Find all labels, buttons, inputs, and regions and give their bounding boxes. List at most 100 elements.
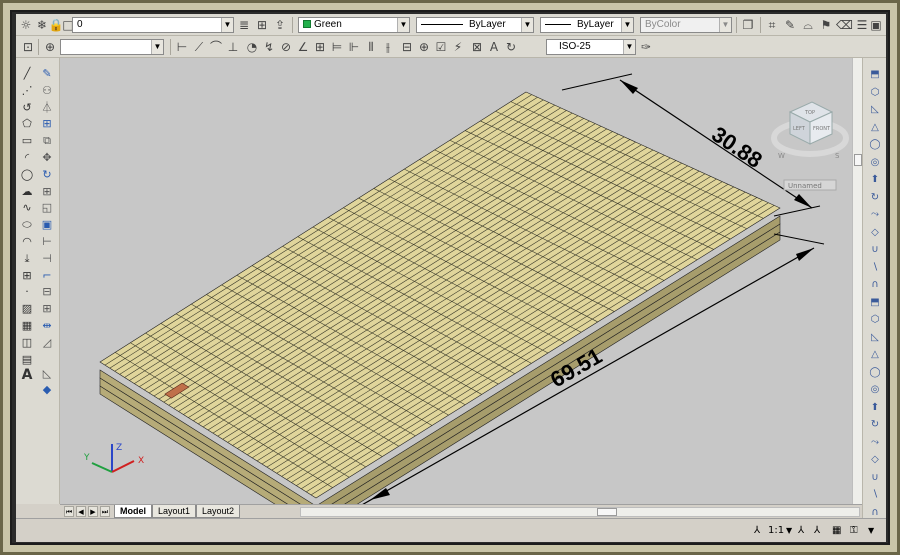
fillet-icon[interactable]: ⌓ — [800, 17, 816, 33]
dimension-text-edit-icon[interactable]: A — [486, 39, 502, 55]
annotation-scale-icon[interactable]: ⅄ — [754, 523, 760, 539]
revolve-icon[interactable]: ↻ — [867, 418, 883, 432]
torus-icon[interactable]: ◎ — [867, 383, 883, 397]
dimension-style-icon[interactable]: ✑ — [638, 39, 654, 55]
lineweight-dropdown[interactable]: ByLayer ▼ — [540, 17, 634, 33]
first-tab-button[interactable]: ⏮ — [64, 506, 74, 517]
sweep-icon[interactable]: ⤳ — [867, 208, 883, 222]
modify-tool-icon[interactable]: ⏃ — [39, 100, 55, 115]
flag-icon[interactable]: ⚑ — [818, 17, 834, 33]
point-icon[interactable]: · — [19, 284, 35, 299]
arc-icon[interactable]: ◜ — [19, 150, 35, 165]
chevron-down-icon[interactable]: ▼ — [786, 523, 792, 539]
model-space-canvas[interactable]: 30.88 69.51 TOP LEFT FRONT W S Unnamed Z… — [60, 58, 862, 504]
auto-scale-icon[interactable]: ⅄ — [814, 523, 820, 539]
polygon-icon[interactable]: ⬠ — [19, 116, 35, 131]
quick-dimension-icon[interactable]: ⊞ — [312, 39, 328, 55]
cone-icon[interactable]: △ — [867, 121, 883, 135]
ellipse-arc-icon[interactable]: ◠ — [19, 234, 35, 249]
ellipse-icon[interactable]: ⬭ — [19, 217, 35, 232]
modify-tool-icon[interactable]: ◆ — [39, 382, 55, 397]
modify-tool-icon[interactable]: ⊞ — [39, 184, 55, 199]
inspect-icon[interactable]: ☑ — [433, 39, 449, 55]
tab-layout1[interactable]: Layout1 — [152, 505, 197, 518]
intersect-icon[interactable]: ∩ — [867, 278, 883, 292]
modify-tool-icon[interactable]: ✎ — [39, 66, 55, 81]
color-dropdown[interactable]: Green ▼ — [298, 17, 410, 33]
subtract-icon[interactable]: ∖ — [867, 261, 883, 275]
dimstyle-dropdown[interactable]: ISO-25 ▼ — [546, 39, 636, 55]
multiline-text-icon[interactable]: A — [19, 368, 35, 383]
line-icon[interactable]: ╱ — [19, 66, 35, 81]
aligned-dimension-icon[interactable]: ⟋ — [191, 39, 207, 55]
revolve-icon[interactable]: ↻ — [867, 191, 883, 205]
extrude-icon[interactable]: ⬆ — [867, 401, 883, 415]
angular-dimension-icon[interactable]: ∠ — [295, 39, 311, 55]
rectangle-icon[interactable]: ▭ — [19, 133, 35, 148]
jogged-linear-icon[interactable]: ⚡ — [450, 39, 466, 55]
box-icon[interactable]: ⬒ — [867, 296, 883, 310]
loft-icon[interactable]: ◇ — [867, 226, 883, 240]
lock-toolbar-icon[interactable]: ⚿ — [850, 523, 858, 539]
linetype-dropdown[interactable]: ByLayer ▼ — [416, 17, 534, 33]
workspace-icon[interactable]: ▦ — [832, 523, 841, 539]
plotstyle-dropdown[interactable]: ByColor ▼ — [640, 17, 732, 33]
modify-tool-icon[interactable]: ▣ — [39, 217, 55, 232]
copy-clip-icon[interactable]: ❐ — [740, 17, 756, 33]
modify-tool-icon[interactable]: ⊞ — [39, 301, 55, 316]
gradient-icon[interactable]: ▦ — [19, 318, 35, 333]
region-icon[interactable]: ◫ — [19, 335, 35, 350]
dimension-edit-icon[interactable]: ⊠ — [469, 39, 485, 55]
sun-icon[interactable]: ☼ — [18, 17, 34, 33]
modify-tool-icon[interactable]: ⇹ — [39, 318, 55, 333]
arc-length-icon[interactable]: ⌒ — [208, 39, 224, 55]
modify-tool-icon[interactable]: ⌐ — [39, 268, 55, 283]
modify-tool-icon[interactable]: ◿ — [39, 335, 55, 350]
vertical-scrollbar[interactable] — [852, 58, 862, 504]
revision-cloud-icon[interactable]: ☁ — [19, 184, 35, 199]
modify-tool-icon[interactable]: ↻ — [39, 167, 55, 182]
erase-icon[interactable]: ⌫ — [836, 17, 853, 33]
linear-dimension-icon[interactable]: ⊢ — [174, 39, 190, 55]
horizontal-scrollbar-thumb[interactable] — [597, 508, 617, 516]
union-icon[interactable]: ∪ — [867, 243, 883, 257]
modify-tool-icon[interactable]: ⊣ — [39, 251, 55, 266]
box-icon[interactable]: ⬒ — [867, 68, 883, 82]
modify-tool-icon[interactable]: ✥ — [39, 150, 55, 165]
cylinder-icon[interactable]: ⬡ — [867, 313, 883, 327]
dimension-update-icon[interactable]: ↻ — [503, 39, 519, 55]
modify-tool-icon[interactable]: ◱ — [39, 200, 55, 215]
modify-tool-icon[interactable]: ⧉ — [39, 133, 55, 148]
match-properties-icon[interactable]: ▣ — [868, 17, 884, 33]
spline-icon[interactable]: ∿ — [19, 200, 35, 215]
annotation-scale-value[interactable]: 1:1 — [768, 523, 784, 539]
sphere-icon[interactable]: ◯ — [867, 138, 883, 152]
layer-dropdown[interactable]: 0 ▼ — [72, 17, 234, 33]
make-block-icon[interactable]: ⊞ — [19, 268, 35, 283]
layer-properties-icon[interactable]: ≣ — [236, 17, 252, 33]
torus-icon[interactable]: ◎ — [867, 156, 883, 170]
pen-icon[interactable]: ✎ — [782, 17, 798, 33]
radius-dimension-icon[interactable]: ◔ — [244, 39, 260, 55]
wedge-icon[interactable]: ◺ — [867, 331, 883, 345]
diameter-dimension-icon[interactable]: ⊘ — [278, 39, 294, 55]
dimension-icon[interactable]: ⌗ — [764, 17, 780, 33]
cylinder-icon[interactable]: ⬡ — [867, 86, 883, 100]
prev-tab-button[interactable]: ◀ — [76, 506, 86, 517]
tolerance-icon[interactable]: ⊟ — [399, 39, 415, 55]
viewcube[interactable]: TOP LEFT FRONT W S Unnamed — [771, 101, 849, 191]
make-current-icon[interactable]: ⇪ — [272, 17, 288, 33]
modify-tool-icon[interactable]: ⚇ — [39, 83, 55, 98]
cone-icon[interactable]: △ — [867, 348, 883, 362]
view-dropdown[interactable]: ▼ — [60, 39, 164, 55]
wedge-icon[interactable]: ◺ — [867, 103, 883, 117]
hatch-icon[interactable]: ▨ — [19, 301, 35, 316]
ordinate-dimension-icon[interactable]: ⊥ — [225, 39, 241, 55]
circle-icon[interactable]: ◯ — [19, 167, 35, 182]
jogged-dimension-icon[interactable]: ↯ — [261, 39, 277, 55]
dimension-space-icon[interactable]: ⫴ — [363, 39, 379, 55]
center-mark-icon[interactable]: ⊕ — [416, 39, 432, 55]
view-icon[interactable]: ⊡ — [20, 39, 36, 55]
horizontal-scrollbar[interactable] — [300, 507, 860, 517]
last-tab-button[interactable]: ⏭ — [100, 506, 110, 517]
